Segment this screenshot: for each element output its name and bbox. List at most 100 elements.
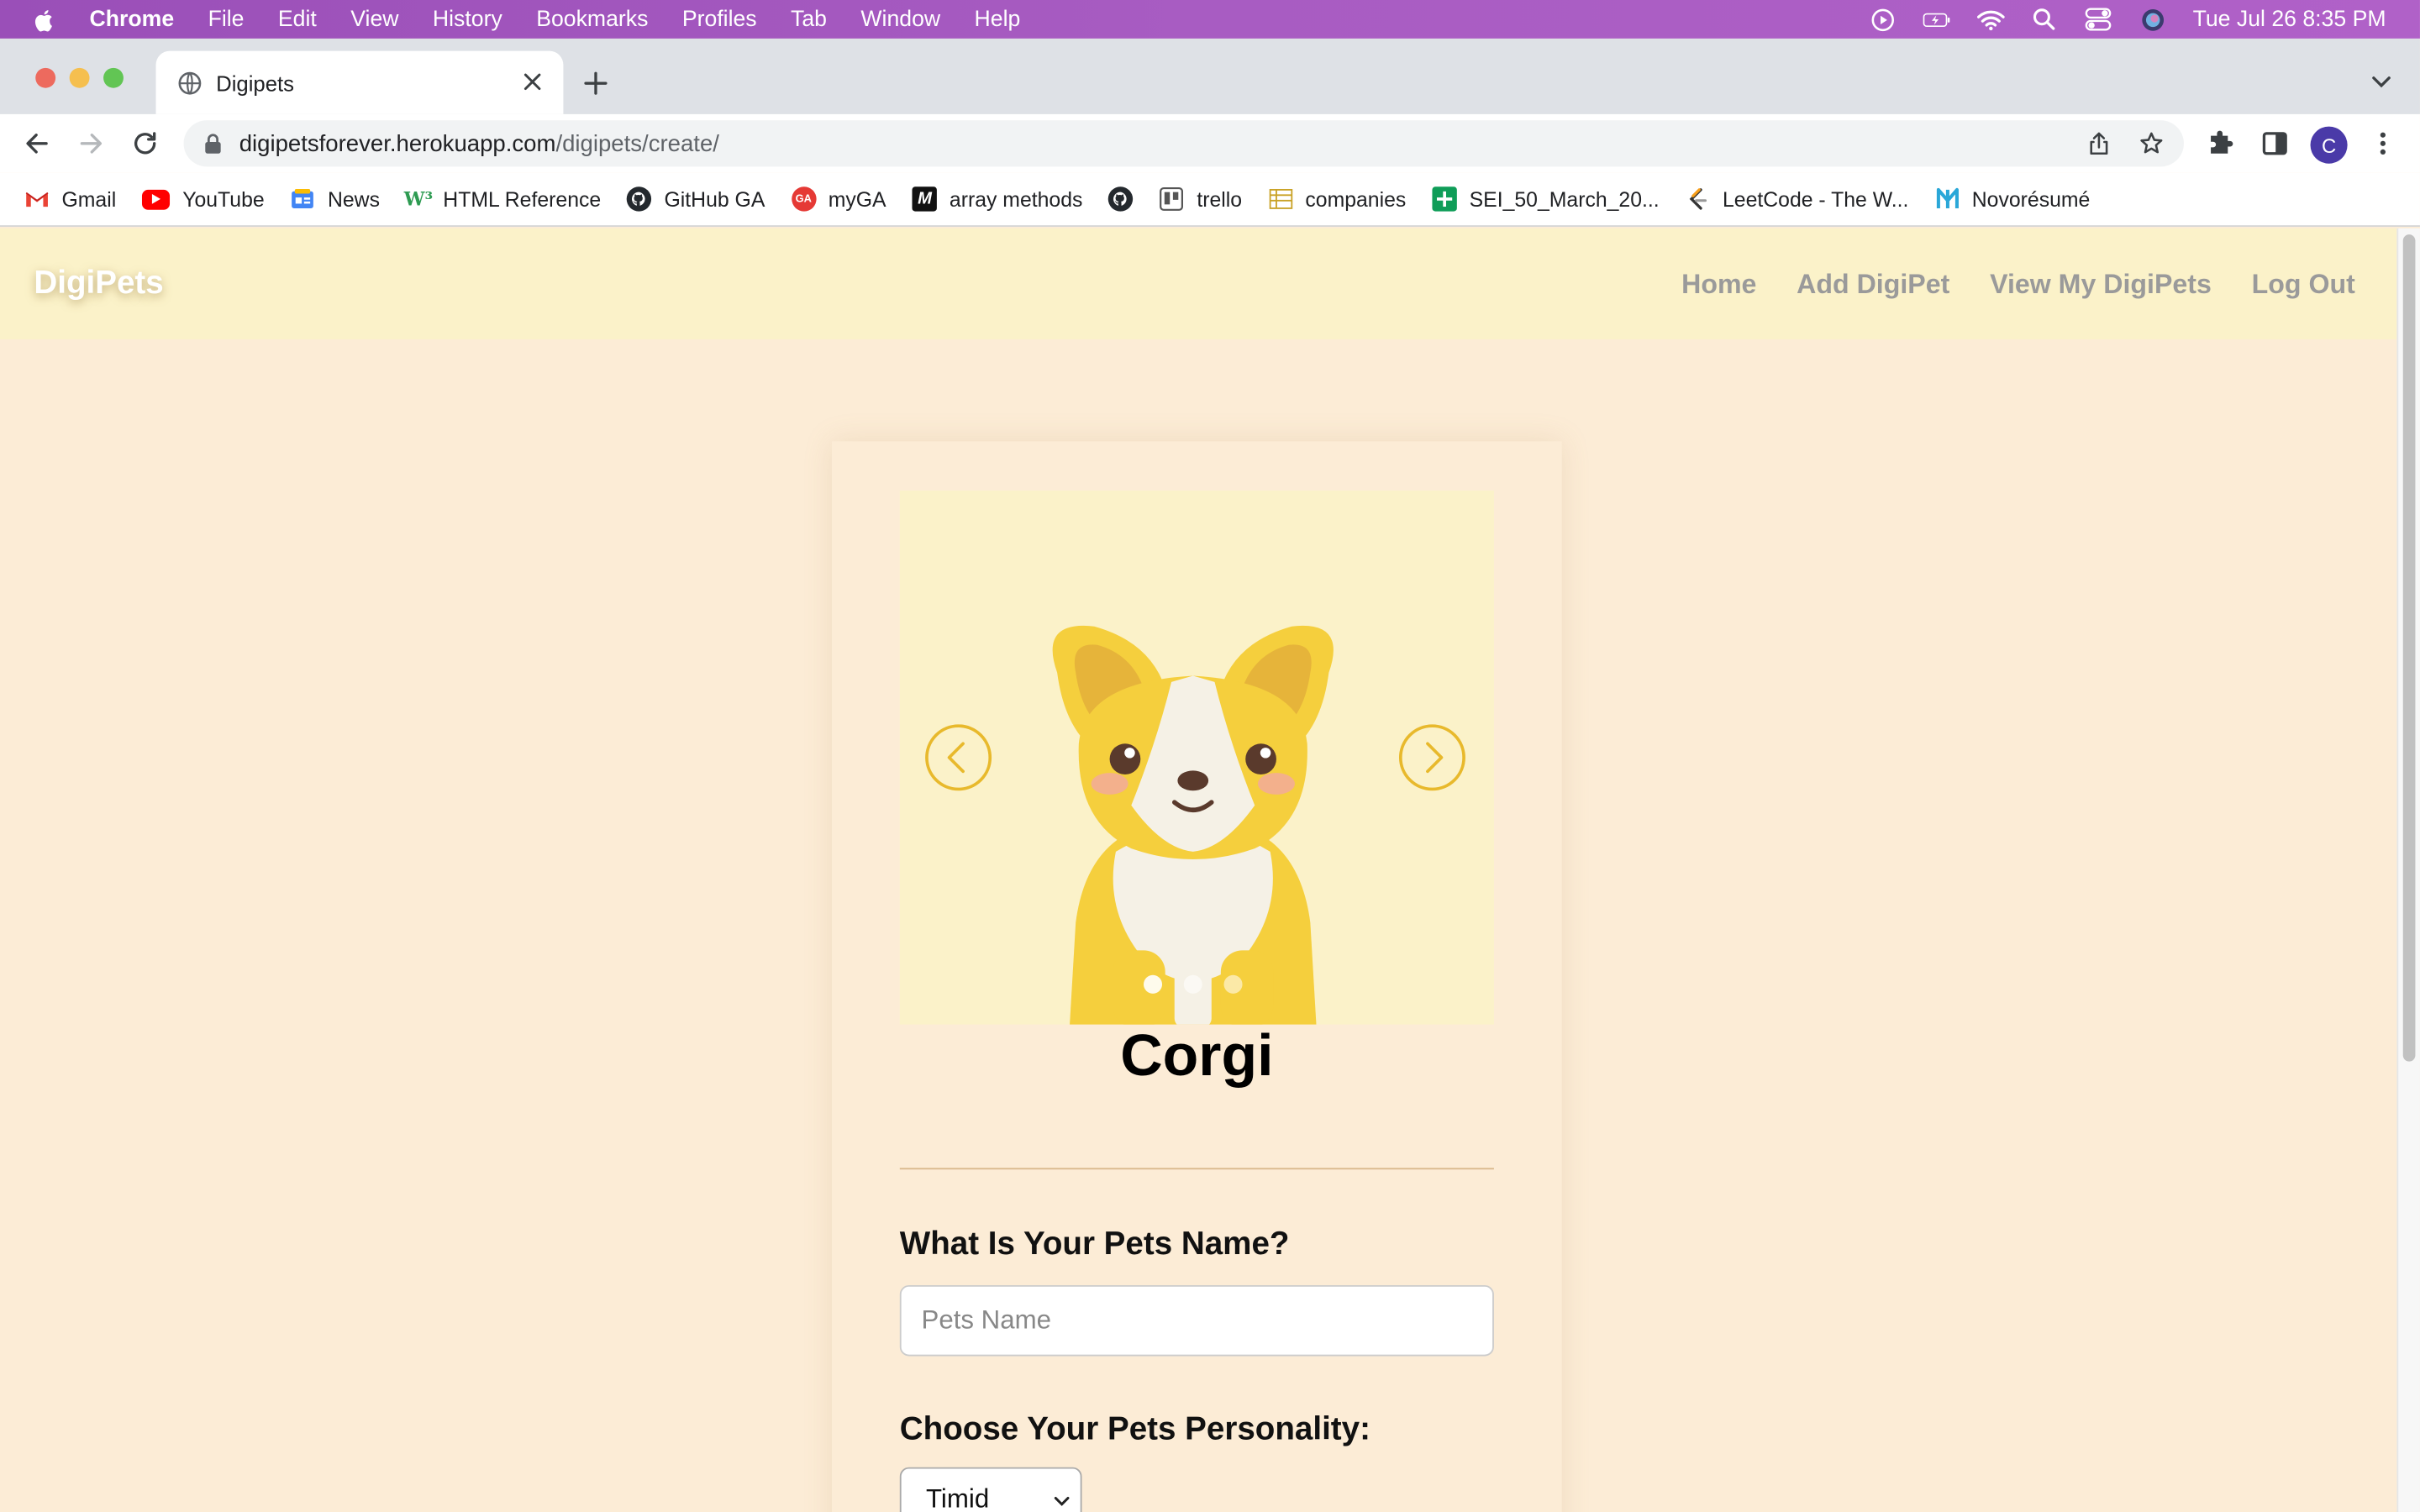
gmail-icon [24,186,49,211]
nav-home-link[interactable]: Home [1681,269,1756,302]
nav-view-my-digipets-link[interactable]: View My DigiPets [1990,269,2212,302]
menu-file[interactable]: File [208,7,245,31]
maximize-window-button[interactable] [103,67,124,88]
control-center-icon[interactable] [2085,7,2112,31]
bookmark-sei[interactable]: SEI_50_March_20... [1432,186,1660,212]
youtube-icon [142,188,171,209]
pet-name-input[interactable] [899,1284,1494,1357]
nav-links: Home Add DigiPet View My DigiPets Log Ou… [1681,269,2355,302]
trello-icon [1160,186,1184,211]
bookmark-label: companies [1305,187,1407,211]
url-text[interactable]: digipetsforever.herokuapp.com/digipets/c… [239,130,719,156]
bookmark-label: Novorésumé [1971,187,2091,211]
chevron-down-icon [1054,1496,1070,1506]
carousel-next-icon[interactable] [1398,723,1466,791]
bookmark-label: Gmail [61,187,117,211]
menu-edit[interactable]: Edit [278,7,317,31]
share-icon[interactable] [2086,131,2111,155]
carousel-dot-1[interactable] [1143,974,1163,994]
back-arrow-icon[interactable] [22,128,53,159]
nav-add-digipet-link[interactable]: Add DigiPet [1797,269,1949,302]
carousel-dot-2[interactable] [1183,974,1202,994]
divider [899,1168,1494,1170]
carousel-dot-3[interactable] [1223,974,1243,994]
carousel-prev-icon[interactable] [924,723,992,791]
github-icon [627,186,652,212]
web-page: DigiPets Home Add DigiPet View My DigiPe… [0,228,2397,1512]
close-window-button[interactable] [35,67,56,88]
wifi-icon[interactable] [1976,7,2005,31]
bookmark-news[interactable]: News [291,186,380,211]
tab-title: Digipets [216,70,295,95]
bookmark-trello[interactable]: trello [1160,186,1242,211]
bookmark-leetcode[interactable]: LeetCode - The W... [1686,186,1908,211]
personality-selected-value: Timid [926,1483,990,1512]
news-icon [291,186,315,211]
close-tab-icon[interactable] [520,70,544,94]
bookmark-youtube[interactable]: YouTube [142,187,265,211]
bookmark-github[interactable] [1108,186,1134,212]
bookmarks-bar: Gmail YouTube News W³ HTML Reference Git… [0,172,2420,227]
brand-logo[interactable]: DigiPets [34,265,163,302]
scrollbar-thumb[interactable] [2402,234,2416,1062]
url-host: digipetsforever.herokuapp.com [239,130,556,157]
sheet-icon [1268,186,1292,211]
corgi-illustration [1052,625,1334,1025]
window-controls [35,67,124,88]
menu-view[interactable]: View [350,7,398,31]
kebab-menu-icon[interactable] [2367,128,2398,159]
globe-icon [178,71,202,94]
play-icon[interactable] [1869,7,1897,31]
bookmark-array-methods[interactable]: M array methods [912,186,1082,212]
side-panel-icon[interactable] [2260,128,2291,159]
menu-bookmarks[interactable]: Bookmarks [536,7,648,31]
menu-tab[interactable]: Tab [791,7,827,31]
bookmark-label: trello [1197,187,1243,211]
macos-menubar: Chrome File Edit View History Bookmarks … [0,0,2420,39]
bookmark-label: GitHub GA [664,187,765,211]
w3-icon: W³ [403,188,434,210]
menu-profiles[interactable]: Profiles [682,7,757,31]
browser-tab-strip: Digipets [0,38,2420,114]
bookmark-label: SEI_50_March_20... [1469,187,1660,211]
apple-icon[interactable] [33,7,57,31]
bookmark-gmail[interactable]: Gmail [24,186,116,211]
pet-type-title: Corgi [1120,1024,1274,1089]
tab-search-chevron-icon[interactable] [2370,72,2392,91]
address-bar[interactable]: digipetsforever.herokuapp.com/digipets/c… [183,120,2184,167]
url-path: /digipets/create/ [555,130,719,157]
bookmark-star-icon[interactable] [2139,131,2164,155]
menu-window[interactable]: Window [860,7,940,31]
profile-avatar[interactable]: C [2310,126,2348,164]
m-icon: M [912,186,938,212]
carousel-indicators [1143,974,1243,994]
sheets-icon [1432,186,1457,212]
bookmark-novoresume[interactable]: Novorésumé [1935,186,2091,211]
browser-tab-active[interactable]: Digipets [155,50,564,114]
reload-icon[interactable] [129,128,160,159]
page-scrollbar[interactable] [2396,228,2420,1512]
bookmark-companies[interactable]: companies [1268,186,1406,211]
extensions-puzzle-icon[interactable] [2206,128,2237,159]
site-navbar: DigiPets Home Add DigiPet View My DigiPe… [0,228,2397,340]
spotlight-search-icon[interactable] [2031,7,2059,31]
nav-log-out-link[interactable]: Log Out [2252,269,2355,302]
minimize-window-button[interactable] [69,67,90,88]
bookmark-label: myGA [828,187,886,211]
menubar-clock[interactable]: Tue Jul 26 8:35 PM [2193,7,2386,31]
bookmark-html-reference[interactable]: W³ HTML Reference [403,186,601,211]
lock-icon[interactable] [203,133,222,155]
bookmark-myga[interactable]: GA myGA [791,186,886,212]
bookmark-github-ga[interactable]: GitHub GA [627,186,765,212]
battery-icon[interactable] [1923,7,1950,31]
create-pet-card: Corgi What Is Your Pets Name? Choose You… [831,441,1562,1512]
menu-help[interactable]: Help [975,7,1021,31]
pet-name-label: What Is Your Pets Name? [899,1226,1290,1263]
siri-icon[interactable] [2139,7,2166,31]
bookmark-label: News [327,187,381,211]
new-tab-icon[interactable] [581,70,609,97]
menu-app-name[interactable]: Chrome [90,7,175,31]
menu-history[interactable]: History [433,7,502,31]
personality-select[interactable]: Timid [899,1467,1082,1512]
forward-arrow-icon[interactable] [76,128,107,159]
